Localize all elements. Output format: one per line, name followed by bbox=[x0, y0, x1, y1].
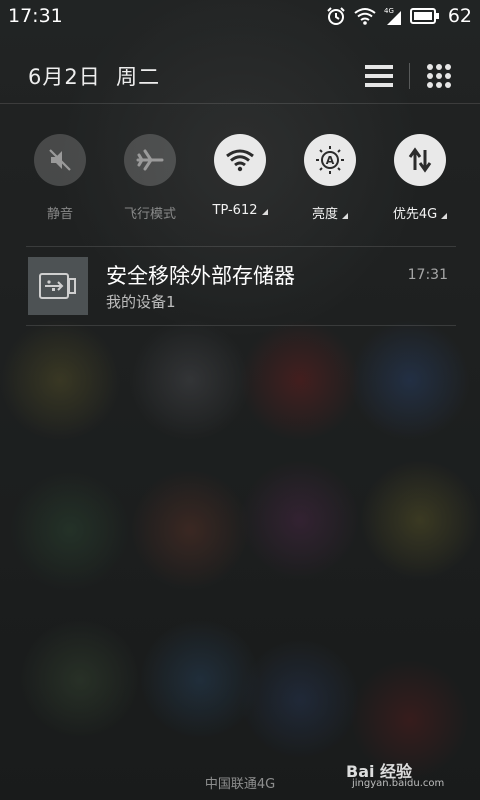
brightness-toggle-button[interactable]: A bbox=[304, 134, 356, 186]
notification-title: 安全移除外部存储器 bbox=[106, 264, 295, 288]
mute-icon bbox=[47, 147, 73, 173]
notification-icon bbox=[28, 257, 88, 315]
watermark: Bai 经验 jingyan.baidu.com bbox=[346, 758, 466, 792]
date: 6月2日 bbox=[28, 65, 101, 89]
signal-4g-icon: 4G bbox=[384, 6, 402, 26]
data-label: 优先4G bbox=[393, 203, 448, 222]
battery-icon bbox=[409, 7, 440, 25]
notification-subtitle: 我的设备1 bbox=[106, 293, 176, 311]
list-icon[interactable] bbox=[365, 64, 393, 88]
toggle-wifi[interactable]: TP-612 bbox=[196, 134, 284, 224]
status-time: 17:31 bbox=[8, 5, 63, 27]
header-divider bbox=[0, 103, 480, 104]
notification-time: 17:31 bbox=[407, 267, 448, 283]
brightness-label: 亮度 bbox=[312, 203, 348, 222]
notification-shade bbox=[0, 0, 480, 800]
data-menu-indicator-icon bbox=[441, 213, 448, 219]
wifi-menu-indicator-icon bbox=[261, 209, 268, 215]
toggle-4g[interactable]: 优先4G bbox=[376, 134, 464, 224]
notification-item[interactable]: 安全移除外部存储器 我的设备1 17:31 bbox=[28, 257, 452, 317]
wifi-icon bbox=[225, 148, 255, 172]
wifi-label: TP-612 bbox=[213, 203, 268, 218]
alarm-icon bbox=[326, 6, 346, 26]
toggle-mute[interactable]: 静音 bbox=[16, 134, 104, 224]
battery-level: 62 bbox=[447, 5, 472, 27]
grid-icon[interactable] bbox=[426, 63, 452, 89]
airplane-toggle-button[interactable] bbox=[124, 134, 176, 186]
watermark-url: jingyan.baidu.com bbox=[352, 778, 445, 789]
data-transfer-icon bbox=[406, 146, 434, 174]
mute-label: 静音 bbox=[46, 207, 73, 222]
toggle-brightness[interactable]: A 亮度 bbox=[286, 134, 374, 224]
data-toggle-button[interactable] bbox=[394, 134, 446, 186]
wifi-toggle-button[interactable] bbox=[214, 134, 266, 186]
weekday: 周二 bbox=[116, 65, 161, 89]
airplane-icon bbox=[136, 148, 164, 172]
status-bar: 17:31 4G 62 bbox=[0, 0, 480, 32]
toggles-divider bbox=[26, 246, 456, 247]
brightness-auto-icon: A bbox=[314, 144, 346, 176]
header-separator bbox=[409, 63, 410, 89]
airplane-label: 飞行模式 bbox=[123, 207, 176, 222]
usb-icon bbox=[38, 269, 78, 303]
wifi-status-icon bbox=[354, 7, 376, 25]
network-type-label: 4G bbox=[384, 7, 394, 15]
toggle-airplane[interactable]: 飞行模式 bbox=[106, 134, 194, 224]
brightness-menu-indicator-icon bbox=[342, 213, 348, 219]
svg-text:A: A bbox=[326, 154, 335, 167]
mute-toggle-button[interactable] bbox=[34, 134, 86, 186]
date-header: 6月2日 周二 bbox=[0, 50, 480, 102]
date-label: 6月2日 周二 bbox=[28, 61, 160, 91]
quick-settings: 静音 飞行模式 TP-612 A 亮度 优先4G bbox=[16, 134, 464, 224]
notification-divider bbox=[26, 325, 456, 326]
